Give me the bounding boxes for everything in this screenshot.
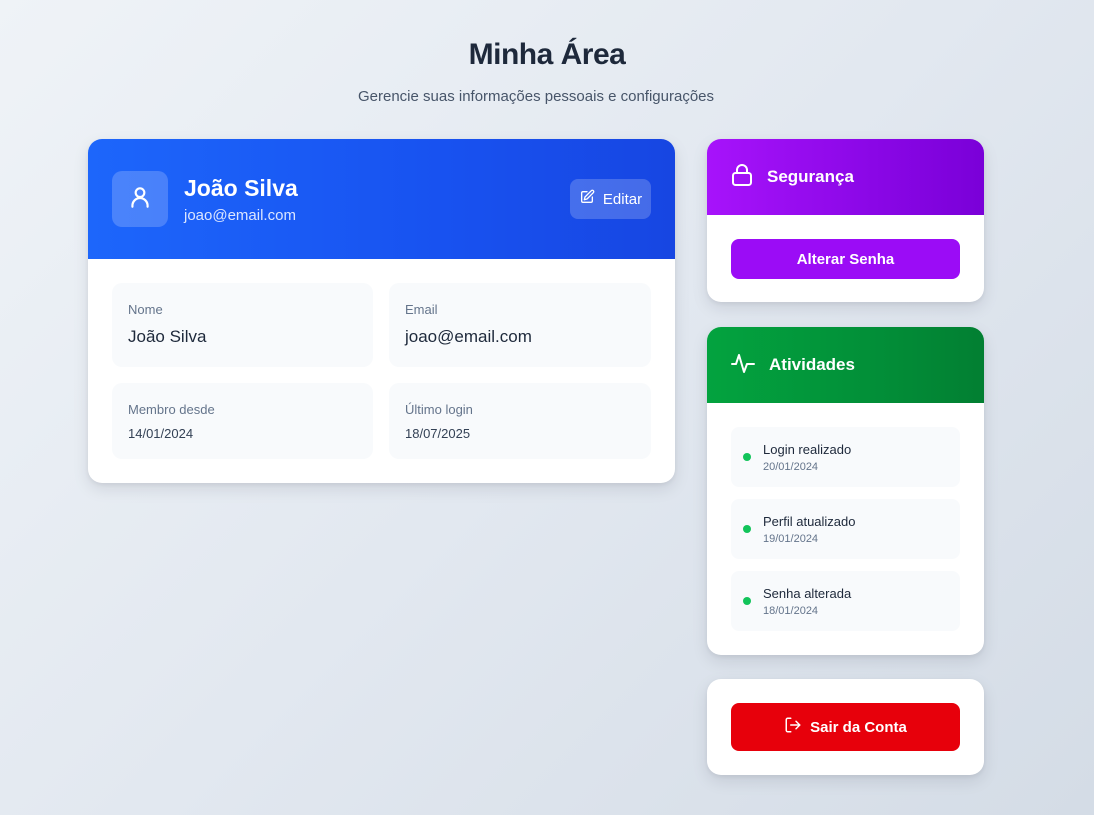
edit-icon	[579, 189, 595, 209]
security-header: Segurança	[707, 139, 984, 215]
activity-item: Login realizado 20/01/2024	[731, 427, 960, 487]
edit-button[interactable]: Editar	[570, 179, 651, 219]
email-field-value: joao@email.com	[405, 327, 532, 346]
name-field-label: Nome	[128, 302, 163, 317]
activities-header: Atividades	[707, 327, 984, 403]
activity-icon	[731, 351, 755, 380]
user-icon	[127, 184, 153, 215]
email-field: Email joao@email.com	[389, 283, 651, 367]
email-field-label: Email	[405, 302, 438, 317]
security-card: Segurança Alterar Senha	[707, 139, 984, 302]
member-since-label: Membro desde	[128, 402, 215, 417]
page-subtitle: Gerencie suas informações pessoais e con…	[357, 88, 715, 105]
last-login-value: 18/07/2025	[405, 426, 471, 441]
profile-header: João Silva joao@email.com Editar	[88, 139, 675, 259]
activity-item: Senha alterada 18/01/2024	[731, 571, 960, 631]
profile-email: joao@email.com	[184, 207, 296, 224]
activity-dot	[743, 525, 751, 533]
member-since-field: Membro desde 14/01/2024	[112, 383, 373, 459]
lock-icon	[731, 163, 753, 192]
activity-dot	[743, 453, 751, 461]
activity-title: Senha alterada	[763, 586, 852, 601]
activities-card: Atividades Login realizado 20/01/2024 Pe…	[707, 327, 984, 655]
name-field: Nome João Silva	[112, 283, 373, 367]
profile-card: João Silva joao@email.com Editar Nome Jo…	[88, 139, 675, 483]
activity-item: Perfil atualizado 19/01/2024	[731, 499, 960, 559]
logout-icon	[784, 716, 802, 738]
edit-button-label: Editar	[602, 190, 643, 208]
avatar	[112, 171, 168, 227]
logout-button[interactable]: Sair da Conta	[731, 703, 960, 751]
activity-date: 19/01/2024	[763, 533, 819, 545]
change-password-button[interactable]: Alterar Senha	[731, 239, 960, 279]
member-since-value: 14/01/2024	[128, 426, 194, 441]
activity-dot	[743, 597, 751, 605]
profile-name: João Silva	[184, 175, 298, 201]
logout-label: Sair da Conta	[810, 718, 907, 736]
name-field-value: João Silva	[128, 327, 207, 346]
page-title: Minha Área	[468, 38, 626, 71]
activity-title: Login realizado	[763, 442, 852, 457]
activity-date: 20/01/2024	[763, 461, 819, 473]
activities-title: Atividades	[769, 355, 855, 374]
activity-date: 18/01/2024	[763, 605, 819, 617]
security-title: Segurança	[767, 167, 854, 186]
logout-card: Sair da Conta	[707, 679, 984, 775]
last-login-field: Último login 18/07/2025	[389, 383, 651, 459]
activity-title: Perfil atualizado	[763, 514, 856, 529]
last-login-label: Último login	[405, 402, 473, 417]
